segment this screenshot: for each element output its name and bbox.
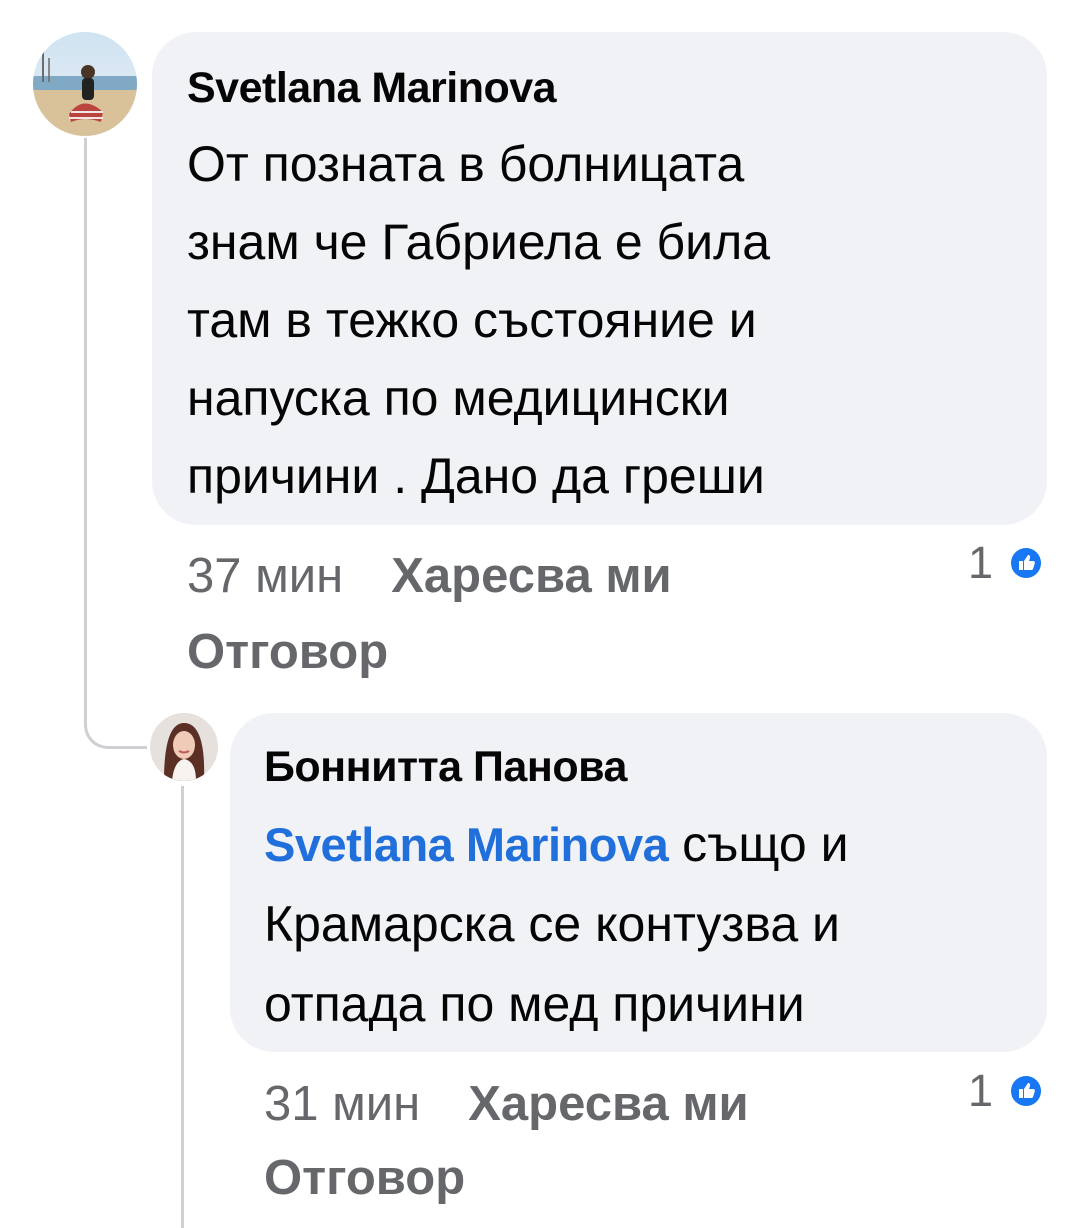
comment-text-line: знам че Габриела е била	[187, 214, 771, 270]
comment-meta: 31 мин Харесва ми	[264, 1076, 749, 1132]
comment-text-line: От позната в болницата	[187, 136, 745, 192]
reaction-count[interactable]: 1	[968, 538, 993, 588]
user-avatar-photo-icon	[150, 713, 218, 781]
thread-line-curve	[84, 718, 147, 749]
comment-meta: 37 мин Харесва ми	[187, 548, 672, 604]
like-button[interactable]: Харесва ми	[391, 549, 671, 603]
comment-timestamp[interactable]: 31 мин	[264, 1077, 420, 1131]
comment-text-line: там в тежко състояние и	[187, 292, 757, 348]
avatar[interactable]	[33, 32, 137, 136]
avatar[interactable]	[150, 713, 218, 781]
reply-button[interactable]: Отговор	[187, 624, 388, 680]
mention-link[interactable]: Svetlana Marinova	[264, 818, 669, 871]
thread-line-reply	[181, 786, 184, 1228]
comment-text-line: напуска по медицински	[187, 370, 730, 426]
reply-button[interactable]: Отговор	[264, 1150, 465, 1206]
like-icon[interactable]	[1009, 546, 1043, 580]
comment-text-fragment: също и	[668, 816, 849, 872]
comment-text-line: Крамарска се контузва и	[264, 896, 840, 952]
comment-author[interactable]: Боннитта Панова	[264, 741, 627, 793]
comment-text-line: причини . Дано да греши	[187, 448, 765, 504]
comment-timestamp[interactable]: 37 мин	[187, 549, 343, 603]
comment-text-line: отпада по мед причини	[264, 976, 805, 1032]
comment-author[interactable]: Svetlana Marinova	[187, 62, 557, 114]
user-avatar-photo-icon	[33, 32, 137, 136]
reaction-count[interactable]: 1	[968, 1066, 993, 1116]
thread-line-vertical	[84, 138, 87, 728]
like-button[interactable]: Харесва ми	[468, 1077, 748, 1131]
comment-text-line: Svetlana Marinova също и	[264, 808, 849, 881]
like-icon[interactable]	[1009, 1074, 1043, 1108]
